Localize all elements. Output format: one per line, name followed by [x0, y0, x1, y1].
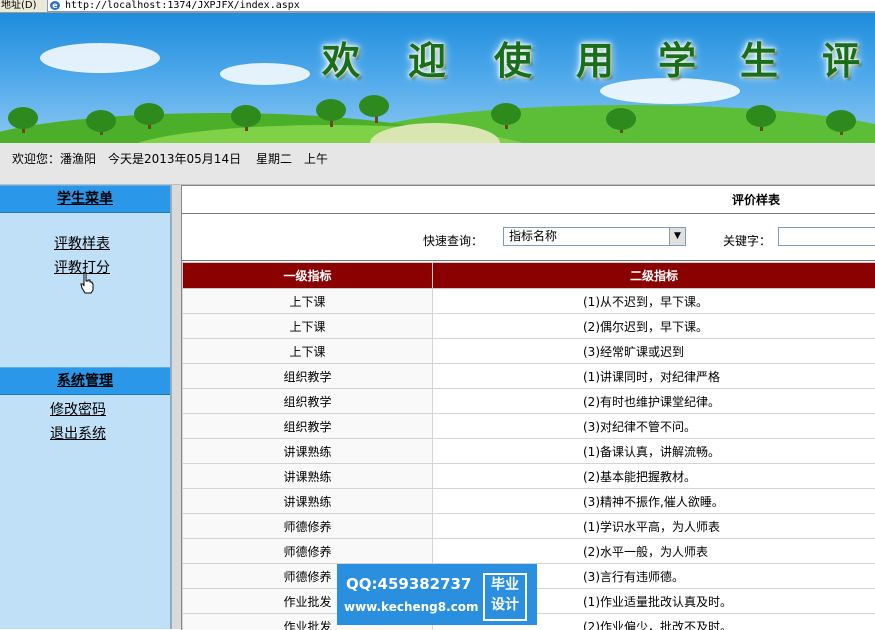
level1-cell: 组织教学 — [183, 389, 433, 414]
table-row: 上下课(3)经常旷课或迟到 — [183, 339, 875, 364]
banner-title-char: 迎 — [398, 37, 456, 85]
table-row: 讲课熟练(1)备课认真，讲解流畅。 — [183, 439, 875, 464]
tree — [86, 110, 116, 132]
level1-cell: 上下课 — [183, 314, 433, 339]
chevron-down-icon[interactable]: ▼ — [669, 228, 685, 245]
level1-cell: 讲课熟练 — [183, 439, 433, 464]
table-row: 讲课熟练(2)基本能把握教材。 — [183, 464, 875, 489]
banner-title-char: 欢 — [312, 37, 370, 85]
welcome-bar: 欢迎您：潘渔阳 今天是2013年05月14日 星期二 上午 — [0, 143, 875, 185]
column-header-level1: 一级指标 — [183, 263, 433, 289]
watermark-badge-line2: 设计 — [485, 595, 525, 615]
sidebar-item-change-password[interactable]: 修改密码 — [50, 399, 106, 419]
banner-title-char: 用 — [566, 37, 624, 85]
table-row: 组织教学(1)讲课同时，对纪律严格 — [183, 364, 875, 389]
ie-page-icon: e — [50, 1, 60, 10]
level2-cell: (3)精神不振作,催人欲睡。 — [433, 489, 875, 514]
level2-cell: (2)偶尔迟到，早下课。 — [433, 314, 875, 339]
watermark-site: www.kecheng8.com — [344, 600, 479, 614]
url-text: http://localhost:1374/JXPJFX/index.aspx — [65, 0, 300, 12]
welcome-weekday: 星期二 — [256, 150, 292, 167]
tree — [316, 99, 346, 121]
tree — [606, 108, 636, 130]
address-bar: 地址(D) e http://localhost:1374/JXPJFX/ind… — [0, 0, 875, 13]
tree — [359, 95, 389, 117]
tree — [134, 103, 164, 125]
watermark-badge-line1: 毕业 — [485, 575, 525, 595]
banner-title-char: 学 — [648, 37, 706, 85]
tree — [491, 103, 521, 125]
quick-query-label: 快速查询： — [423, 232, 483, 249]
level1-cell: 上下课 — [183, 289, 433, 314]
level1-cell: 师德修养 — [183, 539, 433, 564]
url-field[interactable]: e http://localhost:1374/JXPJFX/index.asp… — [47, 0, 875, 12]
table-row: 师德修养(2)水平一般，为人师表 — [183, 539, 875, 564]
sidebar-item-eval-sample[interactable]: 评教样表 — [54, 233, 110, 253]
table-row: 上下课(2)偶尔迟到，早下课。 — [183, 314, 875, 339]
level2-cell: (2)水平一般，为人师表 — [433, 539, 875, 564]
keyword-label: 关键字： — [723, 232, 771, 249]
system-menu-header[interactable]: 系统管理 — [0, 367, 170, 395]
address-label: 地址(D) — [0, 0, 37, 12]
level2-cell: (1)备课认真，讲解流畅。 — [433, 439, 875, 464]
column-header-level2: 二级指标 — [433, 263, 875, 289]
keyword-input[interactable] — [778, 227, 875, 246]
level2-cell: (2)有时也维护课堂纪律。 — [433, 389, 875, 414]
cloud — [40, 43, 160, 73]
welcome-period: 上午 — [304, 150, 328, 167]
level1-cell: 讲课熟练 — [183, 464, 433, 489]
level1-cell: 师德修养 — [183, 514, 433, 539]
banner-title-char: 生 — [730, 37, 788, 85]
level1-cell: 组织教学 — [183, 414, 433, 439]
table-header-row: 一级指标 二级指标 — [183, 263, 875, 289]
level2-cell: (1)从不迟到，早下课。 — [433, 289, 875, 314]
level2-cell: (1)学识水平高，为人师表 — [433, 514, 875, 539]
quick-query-select[interactable]: 指标名称 ▼ — [503, 227, 686, 246]
level1-cell: 讲课熟练 — [183, 489, 433, 514]
level1-cell: 组织教学 — [183, 364, 433, 389]
student-menu-header[interactable]: 学生菜单 — [0, 185, 170, 213]
level2-cell: (2)基本能把握教材。 — [433, 464, 875, 489]
table-row: 讲课熟练(3)精神不振作,催人欲睡。 — [183, 489, 875, 514]
table-row: 组织教学(2)有时也维护课堂纪律。 — [183, 389, 875, 414]
level2-cell: (3)经常旷课或迟到 — [433, 339, 875, 364]
page-title: 评价样表 — [732, 188, 780, 213]
level2-cell: (1)讲课同时，对纪律严格 — [433, 364, 875, 389]
cloud — [220, 63, 310, 85]
tree — [8, 107, 38, 129]
watermark-banner: QQ:459382737 www.kecheng8.com 毕业 设计 — [337, 564, 537, 625]
tree — [231, 105, 261, 127]
quick-query-value: 指标名称 — [509, 228, 557, 245]
level1-cell: 上下课 — [183, 339, 433, 364]
watermark-badge: 毕业 设计 — [483, 573, 527, 621]
query-bar: 快速查询： 指标名称 ▼ 关键字： — [182, 214, 875, 261]
welcome-date: 今天是2013年05月14日 — [108, 150, 241, 167]
level2-cell: (3)对纪律不管不问。 — [433, 414, 875, 439]
banner-title-char: 使 — [484, 37, 542, 85]
tree — [826, 110, 856, 132]
table-row: 师德修养(1)学识水平高，为人师表 — [183, 514, 875, 539]
hand-cursor-icon — [80, 272, 94, 294]
banner-title-char: 评 — [812, 37, 870, 85]
table-row: 上下课(1)从不迟到，早下课。 — [183, 289, 875, 314]
sidebar: 学生菜单 评教样表 评教打分 系统管理 修改密码 退出系统 — [0, 185, 171, 629]
page-title-row: 评价样表 — [182, 188, 875, 214]
table-row: 组织教学(3)对纪律不管不问。 — [183, 414, 875, 439]
header-banner: 欢 迎 使 用 学 生 评 — [0, 13, 875, 143]
tree — [746, 105, 776, 127]
sidebar-item-logout[interactable]: 退出系统 — [50, 423, 106, 443]
watermark-qq: QQ:459382737 — [346, 575, 471, 593]
welcome-user: 欢迎您：潘渔阳 — [12, 150, 96, 167]
